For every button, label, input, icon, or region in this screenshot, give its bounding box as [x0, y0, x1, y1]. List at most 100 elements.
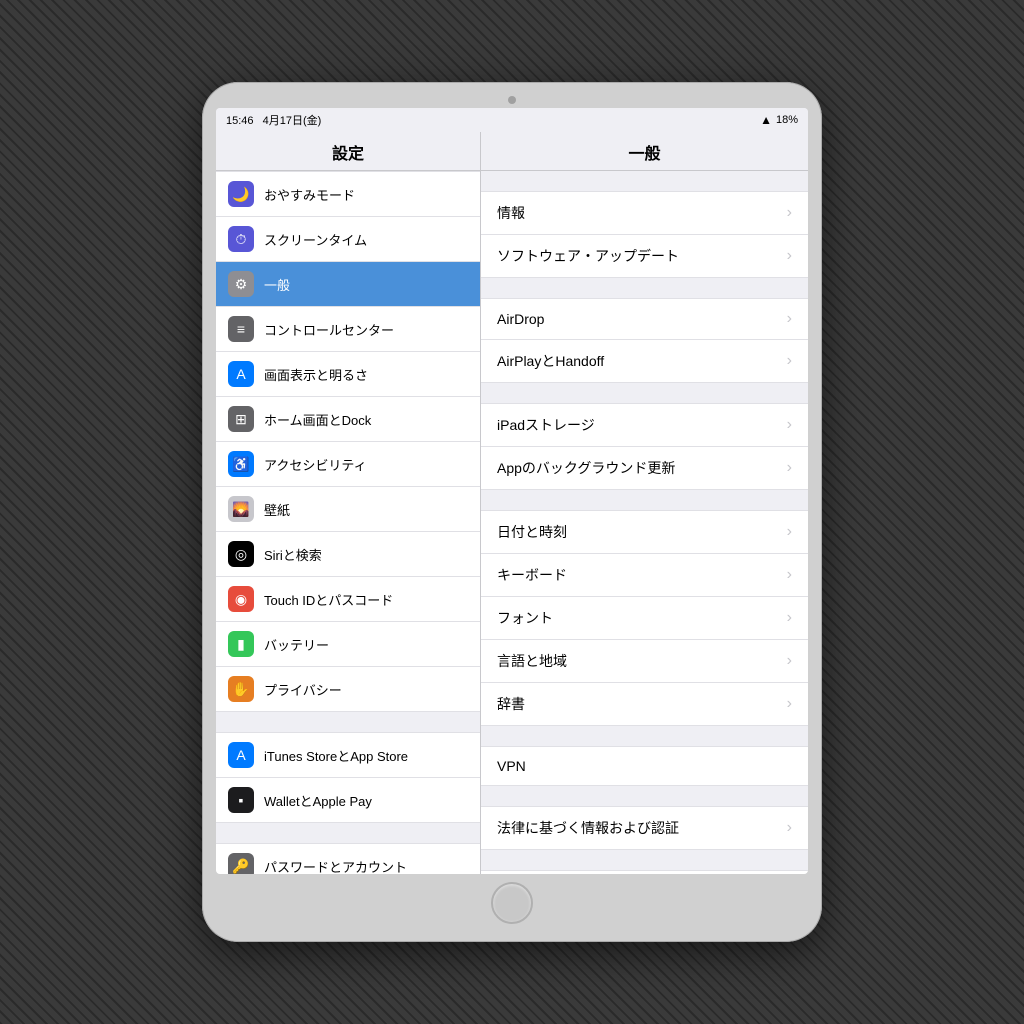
vpn-label: VPN — [497, 758, 526, 774]
chevron-icon-0-0: › — [787, 204, 792, 222]
ipad-frame: 15:46 4月17日(金) ▲ 18% 設定 🌙 おやすみモード ⏱ スクリーンタイ… — [202, 82, 822, 942]
sidebar-item-control[interactable]: ≡ コントロールセンター — [216, 307, 480, 352]
right-item-label-3-1: キーボード — [497, 565, 567, 585]
battery-indicator: 18% — [776, 114, 798, 126]
general-settings-pane: 一般 情報›ソフトウェア・アップデート›AirDrop›AirPlayとHand… — [481, 132, 808, 874]
general-icon: ⚙ — [228, 271, 254, 297]
front-camera — [508, 96, 516, 104]
sidebar-item-donotdisturb[interactable]: 🌙 おやすみモード — [216, 171, 480, 217]
right-item-3-3[interactable]: 言語と地域 › — [481, 640, 808, 683]
settings-list: 🌙 おやすみモード ⏱ スクリーンタイム ⚙ 一般 ≡ コントロールセンター A 画面表示と明るさ… — [216, 171, 480, 874]
right-group-1: AirDrop › AirPlayとHandoff › — [481, 298, 808, 383]
privacy-icon: ✋ — [228, 676, 254, 702]
settings-title: 設定 — [216, 132, 480, 171]
chevron-icon-1-0: › — [787, 310, 792, 328]
sidebar-item-display[interactable]: A 画面表示と明るさ — [216, 352, 480, 397]
wallet-icon: ▪ — [228, 787, 254, 813]
right-item-2-0[interactable]: iPadストレージ› — [481, 403, 808, 447]
home-button[interactable] — [491, 882, 533, 924]
right-item-3-0[interactable]: 日付と時刻› — [481, 510, 808, 554]
display-icon: A — [228, 361, 254, 387]
legal-chevron: › — [787, 819, 792, 837]
status-indicators: ▲ 18% — [760, 113, 798, 127]
sidebar-label-control: コントロールセンター — [264, 320, 394, 339]
right-item-label-3-2: フォント — [497, 608, 553, 628]
right-item-2-1[interactable]: Appのバックグラウンド更新 › — [481, 447, 808, 490]
accessibility-icon: ♿ — [228, 451, 254, 477]
right-item-label-1-1: AirPlayとHandoff — [497, 351, 604, 371]
chevron-icon-3-2: › — [787, 609, 792, 627]
sidebar-label-general: 一般 — [264, 275, 290, 294]
right-group-3: 日付と時刻› キーボード › フォント › 言語と地域 › 辞書 › — [481, 510, 808, 726]
right-item-label-3-3: 言語と地域 — [497, 651, 567, 671]
sidebar-item-home[interactable]: ⊞ ホーム画面とDock — [216, 397, 480, 442]
right-item-label-0-1: ソフトウェア・アップデート — [497, 246, 679, 266]
right-item-3-1[interactable]: キーボード › — [481, 554, 808, 597]
sidebar-label-itunes: iTunes StoreとApp Store — [264, 746, 408, 765]
vpn-item[interactable]: VPN — [481, 746, 808, 786]
sidebar-label-donotdisturb: おやすみモード — [264, 185, 355, 204]
chevron-icon-1-1: › — [787, 352, 792, 370]
sidebar-label-display: 画面表示と明るさ — [264, 365, 368, 384]
sidebar-item-wallpaper[interactable]: 🌄 壁紙 — [216, 487, 480, 532]
legal-group: 法律に基づく情報および認証 › — [481, 806, 808, 850]
content-area: 設定 🌙 おやすみモード ⏱ スクリーンタイム ⚙ 一般 ≡ コントロールセンター A 画面表示と… — [216, 132, 808, 874]
right-groups-container: 情報›ソフトウェア・アップデート›AirDrop›AirPlayとHandoff… — [481, 191, 808, 726]
chevron-icon-3-1: › — [787, 566, 792, 584]
sidebar-item-itunes[interactable]: AiTunes StoreとApp Store — [216, 732, 480, 778]
right-item-label-0-0: 情報 — [497, 203, 525, 223]
legal-item[interactable]: 法律に基づく情報および認証 › — [481, 806, 808, 850]
right-item-0-0[interactable]: 情報 › — [481, 191, 808, 235]
right-item-3-2[interactable]: フォント › — [481, 597, 808, 640]
legal-label: 法律に基づく情報および認証 — [497, 818, 679, 838]
status-bar: 15:46 4月17日(金) ▲ 18% — [216, 108, 808, 132]
sidebar-label-wallet: WalletとApple Pay — [264, 791, 372, 810]
status-time-date: 15:46 4月17日(金) — [226, 112, 321, 128]
sidebar-item-wallet[interactable]: ▪ WalletとApple Pay — [216, 778, 480, 823]
sidebar-item-general[interactable]: ⚙ 一般 — [216, 262, 480, 307]
battery-icon: ▮ — [228, 631, 254, 657]
status-time: 15:46 — [226, 115, 254, 127]
chevron-icon-3-4: › — [787, 695, 792, 713]
sidebar-item-touchid[interactable]: ◉Touch IDとパスコード — [216, 577, 480, 622]
home-icon: ⊞ — [228, 406, 254, 432]
sidebar-item-screentime[interactable]: ⏱ スクリーンタイム — [216, 217, 480, 262]
itunes-icon: A — [228, 742, 254, 768]
home-button-area — [216, 874, 808, 928]
chevron-icon-0-1: › — [787, 247, 792, 265]
sidebar-label-siri: Siriと検索 — [264, 545, 322, 564]
siri-icon: ◎ — [228, 541, 254, 567]
right-item-label-3-0: 日付と時刻 — [497, 522, 567, 542]
sidebar-label-home: ホーム画面とDock — [264, 410, 371, 429]
wifi-icon: ▲ — [760, 113, 772, 127]
chevron-icon-3-3: › — [787, 652, 792, 670]
sidebar-item-password[interactable]: 🔑パスワードとアカウント — [216, 843, 480, 874]
screentime-icon: ⏱ — [228, 226, 254, 252]
sidebar-item-accessibility[interactable]: ♿ アクセシビリティ — [216, 442, 480, 487]
right-item-label-3-4: 辞書 — [497, 694, 525, 714]
sidebar-label-wallpaper: 壁紙 — [264, 500, 290, 519]
right-item-1-1[interactable]: AirPlayとHandoff › — [481, 340, 808, 383]
sidebar-label-privacy: プライバシー — [264, 680, 342, 699]
sidebar-item-siri[interactable]: ◎ Siriと検索 — [216, 532, 480, 577]
control-icon: ≡ — [228, 316, 254, 342]
sidebar-item-privacy[interactable]: ✋ プライバシー — [216, 667, 480, 712]
sidebar-label-touchid: Touch IDとパスコード — [264, 590, 393, 609]
sidebar-label-password: パスワードとアカウント — [264, 857, 407, 875]
wallpaper-icon: 🌄 — [228, 496, 254, 522]
chevron-icon-2-0: › — [787, 416, 792, 434]
general-title: 一般 — [481, 132, 808, 171]
right-item-1-0[interactable]: AirDrop › — [481, 298, 808, 340]
sidebar-label-screentime: スクリーンタイム — [264, 230, 367, 249]
settings-sidebar: 設定 🌙 おやすみモード ⏱ スクリーンタイム ⚙ 一般 ≡ コントロールセンター A 画面表示と… — [216, 132, 481, 874]
chevron-icon-2-1: › — [787, 459, 792, 477]
right-group-0: 情報 › ソフトウェア・アップデート › — [481, 191, 808, 278]
sidebar-label-accessibility: アクセシビリティ — [264, 455, 367, 474]
sidebar-label-battery: バッテリー — [264, 635, 329, 654]
sidebar-item-battery[interactable]: ▮ バッテリー — [216, 622, 480, 667]
donotdisturb-icon: 🌙 — [228, 181, 254, 207]
right-item-0-1[interactable]: ソフトウェア・アップデート › — [481, 235, 808, 278]
right-item-3-4[interactable]: 辞書 › — [481, 683, 808, 726]
right-item-label-2-1: Appのバックグラウンド更新 — [497, 458, 675, 478]
right-item-label-1-0: AirDrop — [497, 311, 544, 327]
